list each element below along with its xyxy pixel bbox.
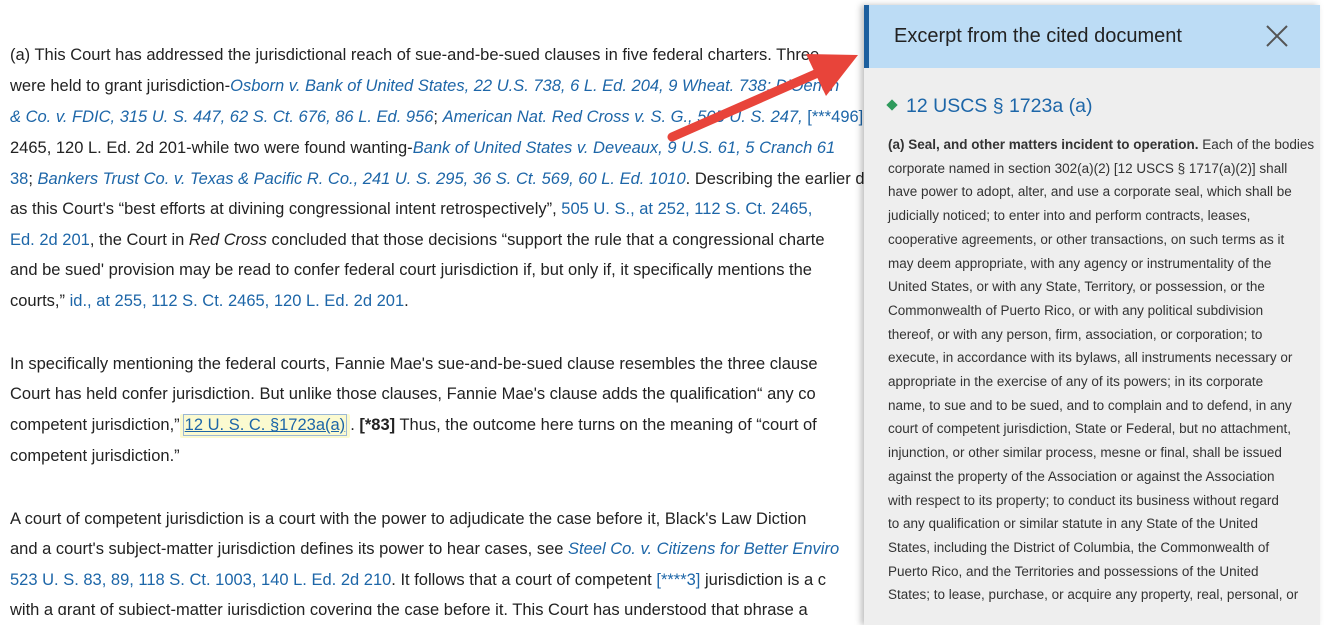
para1-line8: and be sued' provision may be read to co… <box>10 261 812 279</box>
excerpt-line: with respect to its property; to conduct… <box>888 492 1279 508</box>
para2-line4: competent jurisdiction.” <box>10 447 180 465</box>
para1-line6: as this Court's “best efforts at divinin… <box>10 200 813 218</box>
excerpt-line: name, to sue and to be sued, and to comp… <box>888 397 1292 413</box>
close-button[interactable] <box>1264 23 1290 49</box>
cite-link-id255[interactable]: id., at 255, 112 S. Ct. 2465, 120 L. Ed.… <box>70 292 405 310</box>
cite-link-ed2d201[interactable]: Ed. 2d 201 <box>10 231 90 249</box>
para1-line3: & Co. v. FDIC, 315 U. S. 447, 62 S. Ct. … <box>10 108 864 126</box>
excerpt-bold-lead: (a) Seal, and other matters incident to … <box>888 137 1199 152</box>
para1-line2: were held to grant jurisdiction-Osborn v… <box>10 77 840 95</box>
excerpt-line: may deem appropriate, with any agency or… <box>888 255 1272 271</box>
excerpt-line: States; to lease, purchase, or acquire a… <box>888 587 1299 603</box>
case-link-deveaux[interactable]: Bank of United States v. Deveaux, 9 U.S.… <box>413 139 836 157</box>
star-page-link[interactable]: [***496] <box>807 108 863 126</box>
para1-line4: 2465, 120 L. Ed. 2d 201-while two were f… <box>10 139 836 157</box>
excerpt-line: States, including the District of Columb… <box>888 539 1270 555</box>
excerpt-line: to any qualification or similar statute … <box>888 516 1258 532</box>
para2-line2: Court has held confer jurisdiction. But … <box>10 385 816 403</box>
case-link-deveaux-cont[interactable]: 38 <box>10 170 28 188</box>
excerpt-line: appropriate in the exercise of any of it… <box>888 374 1264 390</box>
para3-line3: 523 U. S. 83, 89, 118 S. Ct. 1003, 140 L… <box>10 571 827 589</box>
case-link-doench[interactable]: ; D'Oench <box>766 77 839 95</box>
star-page-link-4[interactable]: [****3] <box>656 571 700 589</box>
para1-line5: 38; Bankers Trust Co. v. Texas & Pacific… <box>10 170 865 188</box>
para1-line7: Ed. 2d 201, the Court in Red Cross concl… <box>10 231 825 249</box>
cite-link-523us83[interactable]: 523 U. S. 83, 89, 118 S. Ct. 1003, 140 L… <box>10 571 391 589</box>
excerpt-line: judicially noticed; to enter into and pe… <box>888 208 1251 224</box>
excerpt-line: court of competent jurisdiction, State o… <box>888 421 1291 437</box>
excerpt-line: injunction, or other similar process, me… <box>888 445 1282 461</box>
case-link-bankers-trust[interactable]: Bankers Trust Co. v. Texas & Pacific R. … <box>38 170 686 188</box>
highlighted-citation: 12 U. S. C. §1723a(a) <box>179 414 351 438</box>
excerpt-line: against the property of the Association … <box>888 468 1275 484</box>
excerpt-line: corporate named in section 302(a)(2) [12… <box>888 160 1288 176</box>
statute-citation-link[interactable]: 12 U. S. C. §1723a(a) <box>182 414 348 436</box>
statute-heading[interactable]: 12 USCS § 1723a (a) <box>886 95 1093 118</box>
excerpt-line: cooperative agreements, or other transac… <box>888 231 1285 247</box>
document-body: (a) This Court has addressed the jurisdi… <box>0 0 865 615</box>
para1-line1: (a) This Court has addressed the jurisdi… <box>10 46 820 64</box>
statute-heading-text: 12 USCS § 1723a (a) <box>906 95 1093 117</box>
excerpt-line: United States, or with any State, Territ… <box>888 279 1265 295</box>
panel-title: Excerpt from the cited document <box>894 25 1182 47</box>
star-page-marker: [*83] <box>359 416 396 434</box>
para3-line2: and a court's subject-matter jurisdictio… <box>10 540 840 558</box>
para2-line3: competent jurisdiction,” 12 U. S. C. §172… <box>10 414 817 438</box>
excerpt-line: thereof, or with any person, firm, assoc… <box>888 326 1263 342</box>
excerpt-line: Puerto Rico, and the Territories and pos… <box>888 563 1259 579</box>
cite-link-505us252[interactable]: 505 U. S., at 252, 112 S. Ct. 2465, <box>561 200 812 218</box>
para3-line4: with a grant of subject-matter jurisdict… <box>10 601 808 615</box>
excerpt-line: execute, in accordance with its bylaws, … <box>888 350 1293 366</box>
case-link-red-cross[interactable]: American Nat. Red Cross v. S. G., 505 U.… <box>443 108 803 126</box>
case-link-steel-co[interactable]: Steel Co. v. Citizens for Better Enviro <box>568 540 839 558</box>
diamond-icon <box>886 99 898 111</box>
excerpt-panel: Excerpt from the cited document 12 USCS … <box>864 5 1320 625</box>
panel-header: Excerpt from the cited document <box>864 5 1320 68</box>
para2-line1: In specifically mentioning the federal c… <box>10 355 818 373</box>
para3-line1: A court of competent jurisdiction is a c… <box>10 510 807 528</box>
excerpt-line: have power to adopt, alter, and use a co… <box>888 184 1292 200</box>
para1-line9: courts,” id., at 255, 112 S. Ct. 2465, 1… <box>10 292 409 310</box>
excerpt-line: Commonwealth of Puerto Rico, or with any… <box>888 302 1264 318</box>
case-link-doench-cont[interactable]: & Co. v. FDIC, 315 U. S. 447, 62 S. Ct. … <box>10 108 433 126</box>
case-link-osborn[interactable]: Osborn v. Bank of United States, 22 U.S.… <box>230 77 766 95</box>
excerpt-line: (a) Seal, and other matters incident to … <box>888 137 1315 152</box>
excerpt-text: (a) Seal, and other matters incident to … <box>888 133 1315 607</box>
close-icon <box>1266 25 1288 47</box>
